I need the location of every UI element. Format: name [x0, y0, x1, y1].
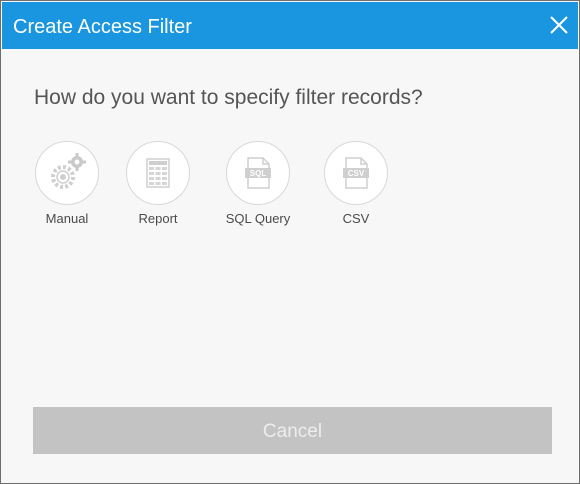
csv-badge-text: CSV	[348, 169, 365, 178]
option-report[interactable]: Report	[114, 141, 204, 231]
option-sql-query[interactable]: SQL SQL Query	[214, 141, 304, 231]
cancel-button[interactable]: Cancel	[33, 407, 552, 454]
filter-question: How do you want to specify filter record…	[34, 86, 423, 109]
option-sql-circle: SQL	[226, 141, 290, 205]
sql-badge-text: SQL	[250, 169, 267, 178]
report-table-icon	[146, 158, 170, 188]
option-manual-label: Manual	[45, 211, 89, 226]
close-button[interactable]	[546, 12, 572, 38]
option-report-label: Report	[138, 211, 178, 226]
close-icon	[550, 16, 568, 34]
create-access-filter-dialog: Create Access Filter How do you want to …	[0, 0, 580, 484]
csv-file-icon: CSV	[343, 157, 369, 189]
option-csv-label: CSV	[342, 211, 370, 226]
option-report-circle	[126, 141, 190, 205]
option-sql-query-label: SQL Query	[225, 211, 291, 226]
dialog-title: Create Access Filter	[13, 16, 192, 38]
option-manual-circle	[35, 141, 99, 205]
sql-file-icon: SQL	[245, 157, 271, 189]
gears-icon	[51, 153, 86, 189]
option-csv-circle: CSV	[324, 141, 388, 205]
option-manual[interactable]: Manual	[23, 141, 113, 231]
dialog-header: Create Access Filter	[2, 2, 578, 49]
option-csv[interactable]: CSV CSV	[312, 141, 402, 231]
